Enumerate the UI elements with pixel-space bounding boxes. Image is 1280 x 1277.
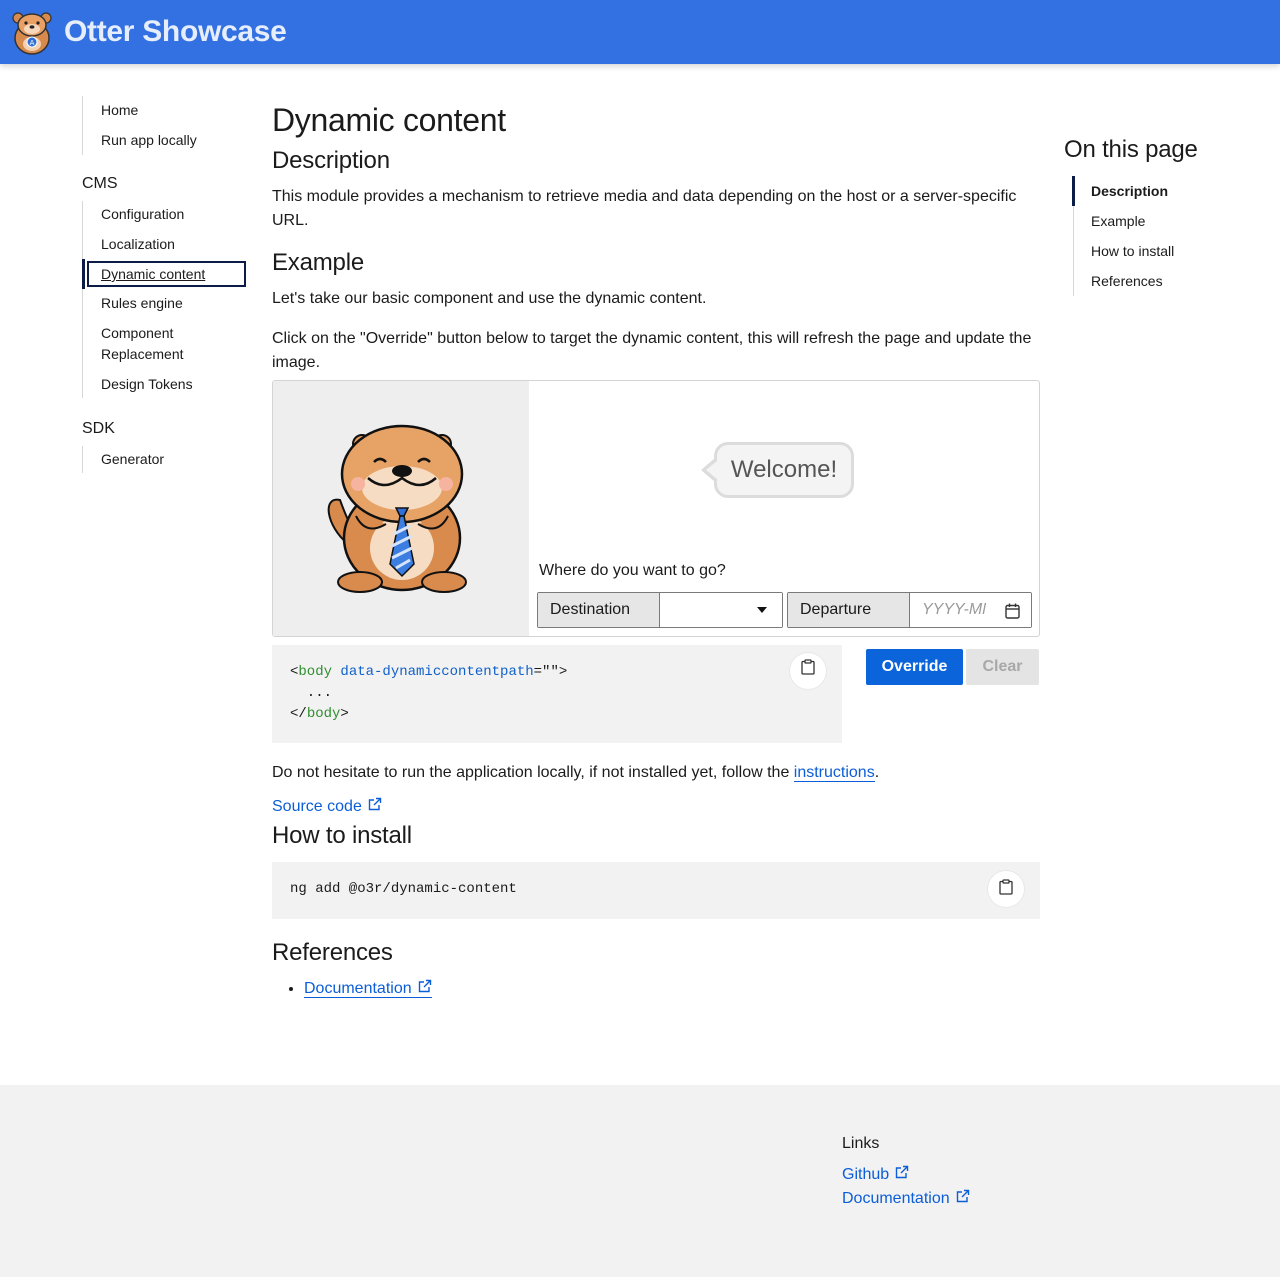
code-token: </ [290, 706, 307, 722]
example-text-1: Let's take our basic component and use t… [272, 290, 707, 307]
welcome-bubble: Welcome! [714, 442, 854, 498]
caret-down-icon [756, 601, 768, 619]
search-form: Destination Departure YYYY-MM-DD [537, 592, 1032, 628]
sidebar-item-configuration[interactable]: Configuration [83, 204, 246, 225]
sidebar-item-run-app-locally[interactable]: Run app locally [83, 130, 246, 151]
code-line-1: <body data-dynamiccontentpath=""> [290, 662, 824, 683]
clipboard-icon [801, 659, 815, 683]
sidebar-item-component-replacement[interactable]: Component Replacement [83, 323, 246, 365]
code-snippet: <body data-dynamiccontentpath=""> ... </… [272, 645, 842, 743]
toc-item-references[interactable]: References [1074, 266, 1264, 296]
code-token: =""> [533, 664, 568, 680]
override-button[interactable]: Override [866, 649, 963, 685]
demo-image-area [273, 381, 529, 636]
toc-item-description[interactable]: Description [1072, 176, 1264, 206]
clear-button[interactable]: Clear [966, 649, 1039, 685]
destination-question: Where do you want to go? [539, 562, 726, 579]
list-item: Documentation [304, 977, 1040, 1001]
otter-mascot-icon [316, 416, 486, 601]
section-heading-description: Description [272, 147, 390, 174]
sidebar-nav: Home Run app locally CMS Configuration L… [82, 96, 246, 473]
page-title: Dynamic content [272, 102, 506, 138]
external-link-icon [418, 979, 432, 997]
main-content: Dynamic content Description This module … [272, 96, 1040, 1001]
app-title[interactable]: Otter Showcase [64, 15, 287, 49]
top-header: A Otter Showcase [0, 0, 1280, 64]
code-token-attr: data-dynamiccontentpath [340, 664, 534, 680]
footer-links: Links Github Documentation [842, 1135, 970, 1211]
code-and-actions-row: <body data-dynamiccontentpath=""> ... </… [272, 645, 1040, 743]
sidebar-section-cms: CMS [82, 175, 118, 192]
example-text-2: Click on the "Override" button below to … [272, 330, 1032, 371]
references-list: Documentation [272, 977, 1040, 1001]
toc-title: On this page [1064, 136, 1198, 163]
code-token-tag: body [298, 664, 333, 680]
sidebar-group-sdk: Generator [82, 446, 246, 473]
departure-label: Departure [788, 593, 910, 627]
section-heading-references: References [272, 939, 393, 966]
description-text: This module provides a mechanism to retr… [272, 188, 1017, 229]
section-heading-example: Example [272, 249, 364, 276]
otter-logo-icon[interactable]: A [8, 8, 56, 56]
clipboard-icon [999, 878, 1013, 900]
svg-text:A: A [30, 39, 35, 47]
footer-links-title: Links [842, 1135, 880, 1152]
sidebar-item-rules-engine[interactable]: Rules engine [83, 293, 246, 314]
destination-field: Destination [537, 592, 783, 628]
footer-link-documentation-label: Documentation [842, 1190, 950, 1207]
departure-field: Departure YYYY-MM-DD [787, 592, 1032, 628]
departure-placeholder: YYYY-MM-DD [922, 601, 986, 618]
demo-panel: Welcome! Where do you want to go? Destin… [272, 380, 1040, 637]
sidebar-item-localization[interactable]: Localization [83, 234, 246, 255]
code-token-tag: body [306, 706, 341, 722]
source-code-link[interactable]: Source code [272, 797, 1040, 816]
code-token: > [340, 706, 349, 722]
sidebar-group-cms: Configuration Localization Dynamic conte… [82, 201, 246, 398]
on-this-page-toc: On this page Description Example How to … [1064, 136, 1264, 296]
page-footer: Links Github Documentation [0, 1085, 1280, 1277]
footer-link-github[interactable]: Github [842, 1163, 970, 1187]
calendar-icon[interactable] [1005, 603, 1020, 624]
speech-bubble-tail-fill [706, 461, 717, 479]
copy-code-button[interactable] [790, 653, 826, 689]
install-command-box: ng add @o3r/dynamic-content [272, 862, 1040, 919]
sidebar-group-top: Home Run app locally [82, 96, 246, 155]
hint-period: . [874, 764, 880, 781]
install-command: ng add @o3r/dynamic-content [290, 881, 517, 897]
destination-label: Destination [538, 593, 660, 627]
destination-select[interactable] [660, 593, 782, 627]
toc-item-example[interactable]: Example [1074, 206, 1264, 236]
sidebar-active-marker: Dynamic content [82, 259, 246, 289]
departure-date-input[interactable]: YYYY-MM-DD [910, 593, 1031, 627]
sidebar-item-design-tokens[interactable]: Design Tokens [83, 374, 246, 395]
demo-actions: Override Clear [866, 649, 1039, 743]
toc-list: Description Example How to install Refer… [1072, 176, 1264, 296]
sidebar-item-dynamic-content[interactable]: Dynamic content [87, 261, 246, 287]
source-code-label[interactable]: Source code [272, 798, 362, 816]
hint-text: Do not hesitate to run the application l… [272, 764, 794, 781]
sidebar-item-home[interactable]: Home [83, 100, 246, 121]
instructions-link[interactable]: instructions [793, 764, 875, 782]
documentation-reference-link[interactable]: Documentation [304, 979, 432, 998]
external-link-icon [895, 1163, 909, 1187]
copy-install-button[interactable] [988, 871, 1024, 907]
run-locally-hint: Do not hesitate to run the application l… [272, 761, 1040, 785]
sidebar-item-generator[interactable]: Generator [83, 449, 246, 470]
footer-link-github-label: Github [842, 1166, 890, 1183]
demo-form-area: Welcome! Where do you want to go? Destin… [529, 381, 1039, 636]
external-link-icon [956, 1187, 970, 1211]
external-link-icon [368, 797, 382, 816]
section-heading-install: How to install [272, 822, 412, 849]
footer-link-documentation[interactable]: Documentation [842, 1187, 970, 1211]
code-line-2: ... [290, 685, 333, 701]
toc-item-how-to-install[interactable]: How to install [1074, 236, 1264, 266]
sidebar-section-sdk: SDK [82, 420, 115, 437]
documentation-reference-label: Documentation [304, 980, 412, 997]
code-line-3: </body> [290, 704, 824, 725]
